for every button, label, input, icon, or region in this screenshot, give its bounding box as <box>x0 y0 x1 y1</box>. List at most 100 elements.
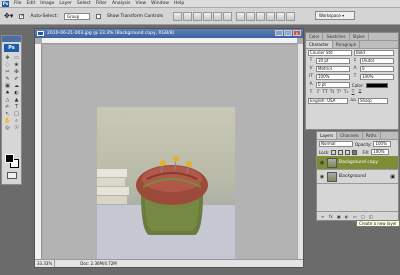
adjustment-layer-icon[interactable]: ◐ <box>345 214 350 219</box>
history-brush-tool-icon[interactable]: ☁ <box>12 82 21 89</box>
menu-filter[interactable]: Filter <box>96 1 107 6</box>
3d-orbit-tool-icon[interactable]: ☉ <box>12 124 21 131</box>
subscript-icon[interactable]: T₁ <box>343 90 349 96</box>
faux-italic-icon[interactable]: T <box>315 90 321 96</box>
gradient-tool-icon[interactable]: ◐ <box>12 89 21 96</box>
blur-tool-icon[interactable]: △ <box>3 96 12 103</box>
foreground-color-swatch[interactable] <box>5 154 14 163</box>
lock-transparent-icon[interactable] <box>331 149 337 155</box>
strikethrough-icon[interactable]: T <box>357 90 363 96</box>
layer-mask-icon[interactable]: ▣ <box>337 214 342 219</box>
type-tool-icon[interactable]: T <box>12 103 21 110</box>
new-group-icon[interactable]: ▭ <box>353 214 358 219</box>
hand-tool-icon[interactable]: ✋ <box>3 117 12 124</box>
faux-bold-icon[interactable]: T <box>308 90 314 96</box>
auto-select-dropdown[interactable]: Group <box>63 12 90 20</box>
move-tool-icon[interactable]: ✥ <box>3 54 12 61</box>
document-titlebar[interactable]: 2010-06-21-003.jpg @ 33.3% (Background c… <box>35 29 303 38</box>
menu-help[interactable]: Help <box>174 1 184 6</box>
dodge-tool-icon[interactable]: ▲ <box>12 96 21 103</box>
layer-row-background-copy[interactable]: ◉ Background copy <box>317 156 398 170</box>
distribute-left-button[interactable] <box>265 11 275 21</box>
distribute-top-button[interactable] <box>235 11 245 21</box>
eraser-tool-icon[interactable]: ♠ <box>3 89 12 96</box>
font-family-select[interactable]: Courier Std <box>308 50 352 56</box>
maximize-button[interactable]: □ <box>284 30 292 36</box>
tab-paths[interactable]: Paths <box>363 132 381 139</box>
align-right-button[interactable] <box>222 11 232 21</box>
crop-tool-icon[interactable]: ✂ <box>3 68 12 75</box>
healing-brush-tool-icon[interactable]: ✎ <box>3 75 12 82</box>
canvas-area[interactable] <box>43 45 297 267</box>
align-top-button[interactable] <box>172 11 182 21</box>
quick-mask-icon[interactable] <box>7 172 17 179</box>
close-button[interactable]: × <box>293 30 301 36</box>
new-layer-icon[interactable]: □ <box>361 214 366 219</box>
tab-paragraph[interactable]: Paragraph <box>333 41 361 48</box>
pen-tool-icon[interactable]: ✍ <box>3 103 12 110</box>
horizontal-scale-field[interactable]: 100% <box>360 74 394 80</box>
distribute-hcenter-button[interactable] <box>275 11 285 21</box>
menu-view[interactable]: View <box>135 1 146 6</box>
blend-mode-select[interactable]: Normal <box>319 141 353 147</box>
workspace-dropdown[interactable]: Workspace ▾ <box>315 11 355 20</box>
show-transform-checkbox[interactable] <box>95 13 101 19</box>
lock-image-icon[interactable] <box>338 149 344 155</box>
superscript-icon[interactable]: T¹ <box>336 90 342 96</box>
font-style-select[interactable]: Bold <box>354 50 394 56</box>
menu-image[interactable]: Image <box>40 1 54 6</box>
marquee-tool-icon[interactable]: ▭ <box>12 54 21 61</box>
minimize-button[interactable]: _ <box>275 30 283 36</box>
brush-tool-icon[interactable]: ✐ <box>12 75 21 82</box>
leading-field[interactable]: (Auto) <box>360 58 394 64</box>
lock-position-icon[interactable] <box>345 149 351 155</box>
clone-stamp-tool-icon[interactable]: ▣ <box>3 82 12 89</box>
menu-file[interactable]: File <box>14 1 22 6</box>
fill-field[interactable]: 100% <box>371 149 390 155</box>
quick-select-tool-icon[interactable]: ❀ <box>12 61 21 68</box>
distribute-vcenter-button[interactable] <box>245 11 255 21</box>
layer-row-background[interactable]: ◉ Background ▣ <box>317 170 398 184</box>
vertical-scale-field[interactable]: 100% <box>316 74 350 80</box>
font-size-field[interactable]: 30 pt <box>316 58 350 64</box>
tab-color[interactable]: Color <box>306 33 324 40</box>
align-hcenter-button[interactable] <box>212 11 222 21</box>
zoom-level-field[interactable]: 33.33% <box>35 260 55 267</box>
vertical-scrollbar[interactable] <box>297 44 303 259</box>
link-layers-icon[interactable]: ∞ <box>321 214 326 219</box>
horizontal-ruler[interactable] <box>42 38 297 44</box>
path-select-tool-icon[interactable]: ↖ <box>3 110 12 117</box>
align-left-button[interactable] <box>202 11 212 21</box>
visibility-eye-icon[interactable]: ◉ <box>319 160 325 166</box>
language-select[interactable]: English: USA <box>308 98 348 104</box>
menu-edit[interactable]: Edit <box>27 1 36 6</box>
kerning-field[interactable]: Metrics <box>316 66 350 72</box>
tracking-field[interactable]: 0 <box>360 66 394 72</box>
tab-layers[interactable]: Layers <box>317 132 338 139</box>
menu-select[interactable]: Select <box>77 1 91 6</box>
menu-layer[interactable]: Layer <box>59 1 72 6</box>
zoom-tool-icon[interactable]: ⌕ <box>12 117 21 124</box>
3d-rotate-tool-icon[interactable]: ◎ <box>3 124 12 131</box>
menu-window[interactable]: Window <box>151 1 169 6</box>
tab-channels[interactable]: Channels <box>337 132 363 139</box>
document-photo[interactable] <box>97 107 235 267</box>
tab-swatches[interactable]: Swatches <box>323 33 350 40</box>
lock-all-icon[interactable] <box>352 149 358 155</box>
shape-tool-icon[interactable]: □ <box>12 110 21 117</box>
lasso-tool-icon[interactable]: ◌ <box>3 61 12 68</box>
vertical-ruler[interactable] <box>35 44 42 259</box>
baseline-shift-field[interactable]: 0 pt <box>316 82 350 88</box>
all-caps-icon[interactable]: TT <box>322 90 328 96</box>
antialias-select[interactable]: Sharp <box>358 98 388 104</box>
tab-styles[interactable]: Styles <box>350 33 369 40</box>
text-color-swatch[interactable] <box>365 82 388 88</box>
distribute-right-button[interactable] <box>285 11 295 21</box>
opacity-field[interactable]: 100% <box>373 141 392 147</box>
align-bottom-button[interactable] <box>192 11 202 21</box>
eyedropper-tool-icon[interactable]: ✠ <box>12 68 21 75</box>
distribute-bottom-button[interactable] <box>255 11 265 21</box>
toolbox-titlebar[interactable] <box>2 36 21 42</box>
underline-icon[interactable]: T <box>350 90 356 96</box>
align-vcenter-button[interactable] <box>182 11 192 21</box>
